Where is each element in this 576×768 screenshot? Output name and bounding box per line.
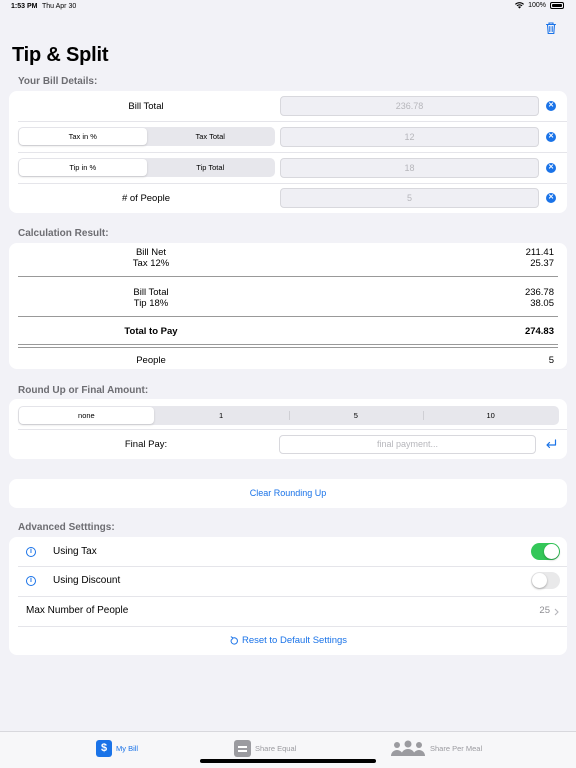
people-icon bbox=[391, 740, 425, 756]
toggle-knob bbox=[544, 544, 559, 559]
tax-total-segment[interactable]: Tax Total bbox=[147, 128, 275, 145]
using-tax-label: Using Tax bbox=[53, 546, 97, 557]
tab-label: Share Equal bbox=[255, 743, 297, 753]
tip-value: 38.05 bbox=[530, 298, 554, 309]
tax-percent-segment[interactable]: Tax in % bbox=[19, 128, 147, 145]
total-to-pay-label: Total to Pay bbox=[124, 326, 178, 337]
toggle-knob bbox=[532, 573, 547, 588]
bill-details-header: Your Bill Details: bbox=[18, 76, 98, 87]
clear-rounding-button[interactable]: Clear Rounding Up bbox=[9, 488, 567, 498]
clear-tip-icon[interactable]: ✕ bbox=[546, 163, 556, 173]
status-right: 100% bbox=[515, 2, 564, 9]
round-5-segment[interactable]: 5 bbox=[288, 407, 424, 424]
tab-label: My Bill bbox=[116, 743, 139, 753]
status-time: 1:53 PM bbox=[11, 3, 38, 10]
tip-input[interactable]: 18 bbox=[280, 158, 539, 178]
tab-my-bill[interactable]: $ My Bill bbox=[96, 738, 138, 758]
bill-total-input[interactable]: 236.78 bbox=[280, 96, 539, 116]
tip-row: Tip in % Tip Total 18 ✕ bbox=[9, 153, 567, 183]
tip-total-segment[interactable]: Tip Total bbox=[147, 159, 275, 176]
tab-share-per-meal[interactable]: Share Per Meal bbox=[390, 738, 482, 758]
tip-label: Tip 18% bbox=[133, 298, 169, 309]
home-indicator bbox=[200, 759, 376, 763]
chevron-right-icon bbox=[554, 608, 559, 616]
using-discount-toggle[interactable] bbox=[531, 572, 560, 589]
info-icon[interactable]: i bbox=[26, 547, 36, 557]
people-input[interactable]: 5 bbox=[280, 188, 539, 208]
status-date: Thu Apr 30 bbox=[42, 3, 77, 10]
people-calc-label: People bbox=[136, 355, 166, 366]
tip-segmented-control: Tip in % Tip Total bbox=[18, 158, 275, 177]
rounding-header: Round Up or Final Amount: bbox=[18, 385, 149, 396]
battery-icon bbox=[550, 2, 564, 9]
tab-label: Share Per Meal bbox=[430, 743, 483, 753]
people-calc-value: 5 bbox=[548, 355, 554, 366]
reset-row[interactable]: Reset to Default Settings bbox=[9, 627, 567, 655]
tax-row: Tax in % Tax Total 12 ✕ bbox=[9, 122, 567, 152]
max-people-row[interactable]: Max Number of People 25 bbox=[9, 597, 567, 626]
status-bar: 1:53 PM Thu Apr 30 100% bbox=[0, 0, 576, 14]
bill-total-label: Bill Total bbox=[128, 101, 164, 112]
tax-value: 25.37 bbox=[530, 258, 554, 269]
using-discount-label: Using Discount bbox=[53, 575, 121, 586]
people-label: # of People bbox=[121, 193, 171, 204]
bill-total-row: Bill Total 236.78 ✕ bbox=[9, 91, 567, 121]
rounding-card: none 1 5 10 Final Pay: final payment... bbox=[9, 399, 567, 459]
reset-button[interactable]: Reset to Default Settings bbox=[9, 635, 567, 646]
reset-label: Reset to Default Settings bbox=[241, 635, 348, 646]
calculation-header: Calculation Result: bbox=[18, 228, 109, 239]
clear-tax-icon[interactable]: ✕ bbox=[546, 132, 556, 142]
advanced-header: Advanced Setttings: bbox=[18, 522, 115, 533]
reset-icon bbox=[230, 635, 238, 645]
tax-input[interactable]: 12 bbox=[280, 127, 539, 147]
rounding-segmented-control: none 1 5 10 bbox=[18, 406, 559, 425]
divider bbox=[18, 276, 558, 277]
page-title: Tip & Split bbox=[12, 44, 109, 66]
battery-percent: 100% bbox=[528, 2, 546, 9]
tab-share-equal[interactable]: Share Equal bbox=[234, 738, 296, 758]
final-pay-input[interactable]: final payment... bbox=[279, 435, 536, 454]
final-pay-row: Final Pay: final payment... bbox=[9, 430, 567, 459]
max-people-value: 25 bbox=[539, 605, 550, 616]
tax-segmented-control: Tax in % Tax Total bbox=[18, 127, 275, 146]
divider bbox=[18, 344, 558, 345]
tax-label: Tax 12% bbox=[132, 258, 170, 269]
info-icon[interactable]: i bbox=[26, 576, 36, 586]
dollar-icon: $ bbox=[96, 739, 112, 757]
bill-details-card: Bill Total 236.78 ✕ Tax in % Tax Total 1… bbox=[9, 91, 567, 213]
total-to-pay-value: 274.83 bbox=[524, 326, 554, 337]
wifi-icon bbox=[515, 2, 525, 9]
calculation-card: Bill Net 211.41 Tax 12% 25.37 Bill Total… bbox=[9, 243, 567, 369]
clear-rounding-card: Clear Rounding Up bbox=[9, 479, 567, 508]
equal-icon bbox=[234, 739, 251, 757]
using-discount-row: i Using Discount bbox=[9, 567, 567, 596]
final-pay-label: Final Pay: bbox=[124, 439, 168, 450]
max-people-label: Max Number of People bbox=[26, 605, 129, 616]
round-10-segment[interactable]: 10 bbox=[423, 407, 558, 424]
people-row: # of People 5 ✕ bbox=[9, 184, 567, 213]
round-none-segment[interactable]: none bbox=[19, 407, 154, 424]
round-1-segment[interactable]: 1 bbox=[154, 407, 289, 424]
divider bbox=[18, 316, 558, 317]
clear-people-icon[interactable]: ✕ bbox=[546, 193, 556, 203]
using-tax-toggle[interactable] bbox=[531, 543, 560, 560]
advanced-card: i Using Tax i Using Discount Max Number … bbox=[9, 537, 567, 655]
divider bbox=[18, 347, 558, 348]
tip-percent-segment[interactable]: Tip in % bbox=[19, 159, 147, 176]
return-icon[interactable] bbox=[545, 438, 557, 450]
trash-icon[interactable] bbox=[544, 21, 558, 35]
clear-bill-total-icon[interactable]: ✕ bbox=[546, 101, 556, 111]
using-tax-row: i Using Tax bbox=[9, 537, 567, 566]
